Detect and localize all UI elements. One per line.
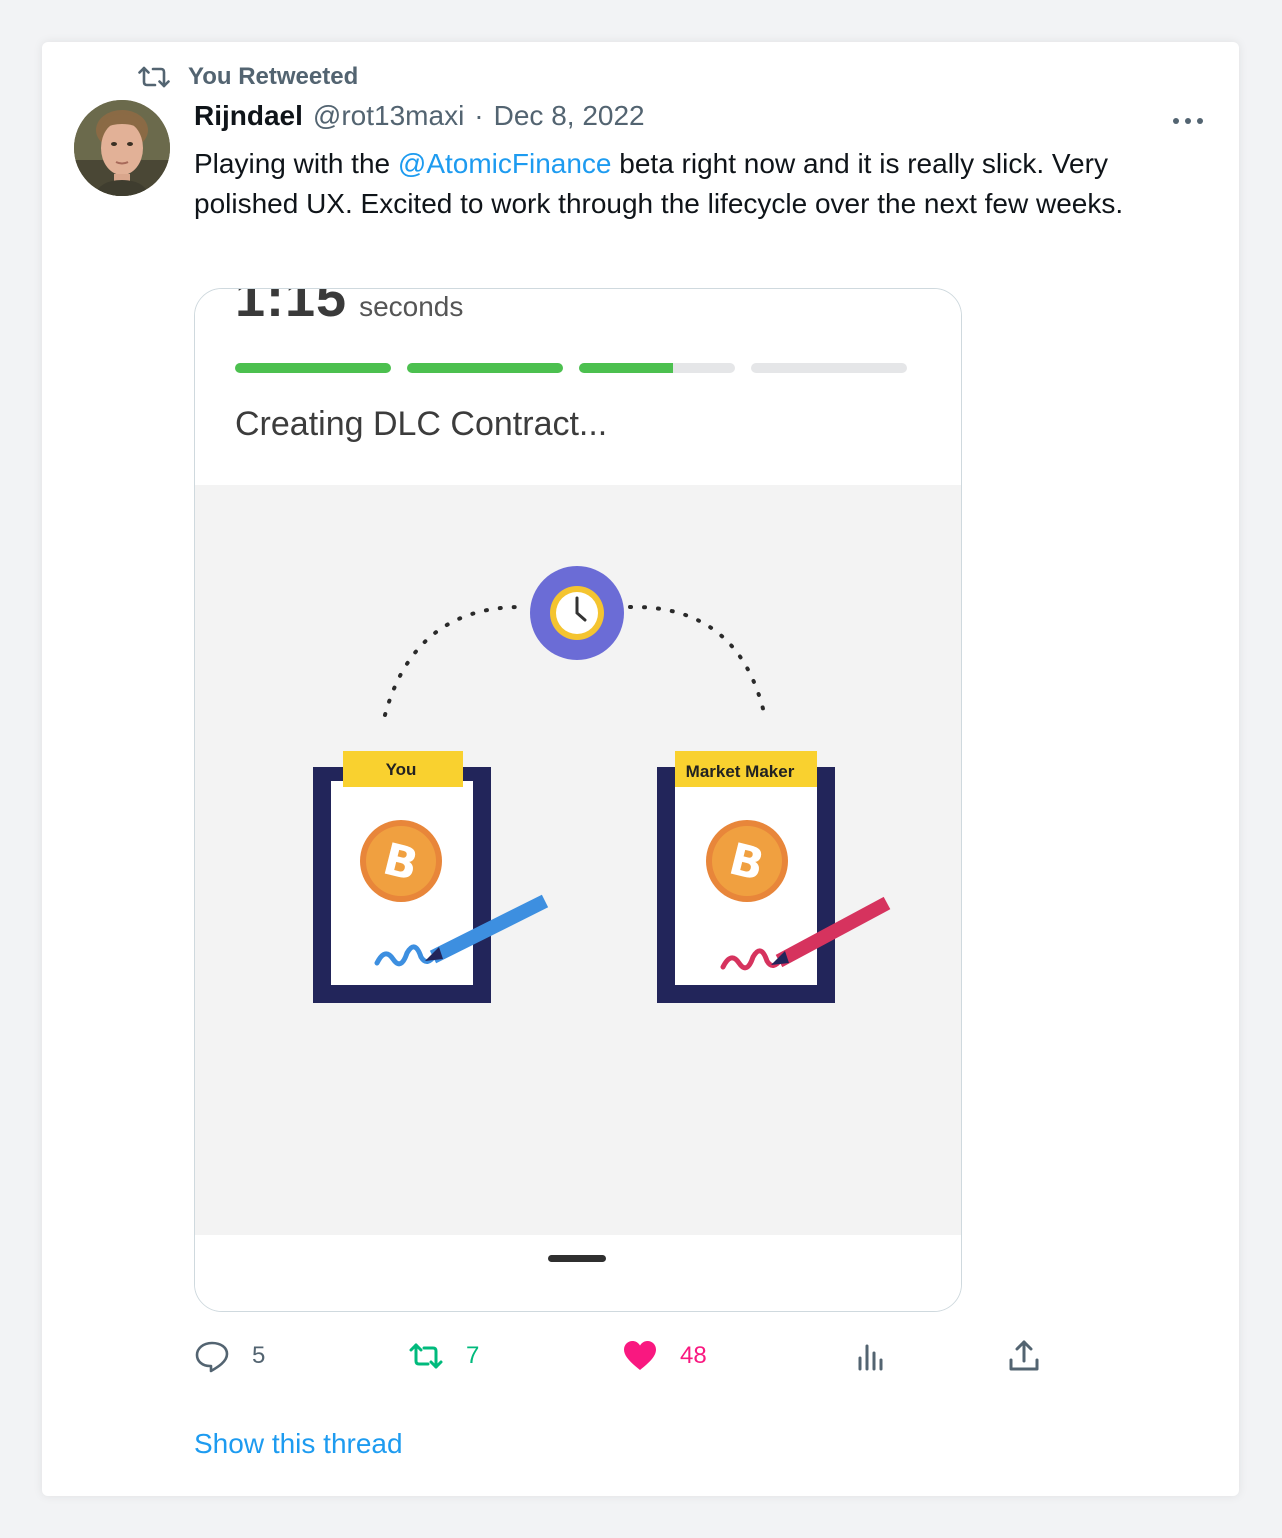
media-header-panel: 1:15 seconds Creating DLC Contract... bbox=[195, 289, 961, 485]
avatar[interactable] bbox=[74, 100, 170, 196]
tweet-date[interactable]: Dec 8, 2022 bbox=[494, 100, 645, 132]
separator: · bbox=[474, 100, 484, 131]
reply-button[interactable]: 5 bbox=[194, 1336, 265, 1376]
like-count: 48 bbox=[680, 1342, 707, 1369]
timer-value: 1:15 bbox=[235, 288, 348, 328]
countdown-timer: 1:15 seconds bbox=[235, 288, 464, 329]
retweet-icon bbox=[409, 1343, 443, 1369]
more-icon bbox=[1173, 118, 1203, 124]
progress-bar bbox=[235, 363, 907, 373]
like-button[interactable]: 48 bbox=[622, 1336, 707, 1376]
sheet-handle[interactable] bbox=[548, 1255, 606, 1262]
party-label-market-maker: Market Maker bbox=[686, 762, 795, 781]
party-label-you: You bbox=[386, 760, 417, 779]
more-options-button[interactable] bbox=[1166, 106, 1210, 136]
retweet-button[interactable]: 7 bbox=[408, 1336, 479, 1376]
tweet-text-before: Playing with the bbox=[194, 148, 398, 179]
reply-count: 5 bbox=[252, 1342, 266, 1369]
author-name[interactable]: Rijndael bbox=[194, 100, 303, 132]
dlc-illustration: B B You Market Maker bbox=[195, 485, 961, 1235]
views-button[interactable] bbox=[854, 1336, 890, 1376]
retweet-context: You Retweeted bbox=[138, 62, 358, 92]
progress-segment bbox=[751, 363, 907, 373]
progress-segment bbox=[235, 363, 391, 373]
reply-icon bbox=[195, 1341, 229, 1373]
timer-unit: seconds bbox=[359, 291, 464, 322]
status-text: Creating DLC Contract... bbox=[235, 405, 608, 443]
clipboard-you: B bbox=[313, 751, 549, 1003]
avatar-photo bbox=[74, 100, 170, 196]
tweet-text: Playing with the @AtomicFinance beta rig… bbox=[194, 144, 1214, 224]
clock-icon bbox=[530, 566, 624, 660]
illustration-svg: B B You Market Maker bbox=[313, 566, 891, 1003]
share-icon bbox=[1009, 1340, 1039, 1371]
tweet-card[interactable]: You Retweeted Rijndael @rot13maxi · Dec … bbox=[42, 42, 1239, 1496]
tweet-header: Rijndael @rot13maxi · Dec 8, 2022 bbox=[194, 100, 645, 140]
retweet-count: 7 bbox=[466, 1342, 480, 1369]
progress-segment bbox=[579, 363, 735, 373]
mention-link[interactable]: @AtomicFinance bbox=[398, 148, 612, 179]
heart-icon bbox=[624, 1341, 656, 1370]
retweet-icon bbox=[138, 66, 170, 88]
retweet-context-label: You Retweeted bbox=[188, 63, 359, 90]
show-thread-link[interactable]: Show this thread bbox=[194, 1428, 403, 1460]
clipboard-market-maker: B bbox=[657, 751, 891, 1003]
action-bar: 5 7 48 bbox=[194, 1336, 1054, 1376]
analytics-icon bbox=[858, 1344, 883, 1371]
progress-segment bbox=[407, 363, 563, 373]
author-handle[interactable]: @rot13maxi bbox=[313, 100, 464, 132]
bottom-sheet[interactable] bbox=[195, 1235, 961, 1311]
tweet-media-image[interactable]: 1:15 seconds Creating DLC Contract... B … bbox=[194, 288, 962, 1312]
share-button[interactable] bbox=[1006, 1336, 1042, 1376]
